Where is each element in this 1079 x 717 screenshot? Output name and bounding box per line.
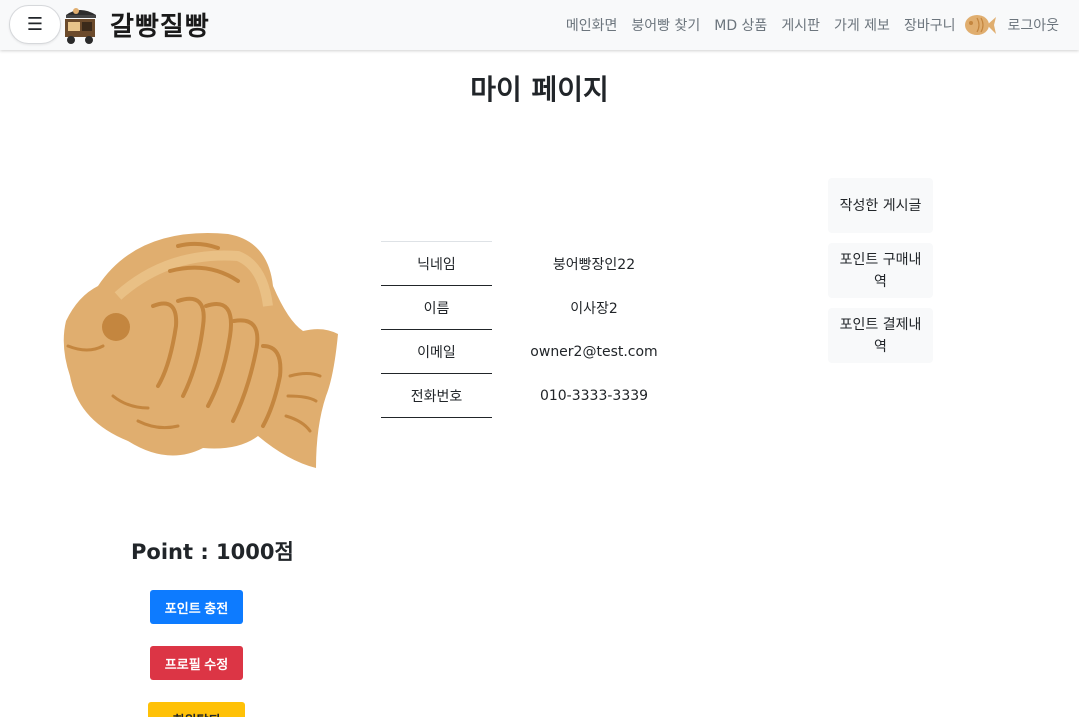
charge-points-button[interactable]: 포인트 충전	[150, 590, 243, 624]
table-row: 닉네임 붕어빵장인22	[381, 241, 696, 286]
point-balance: Point : 1000점	[131, 540, 294, 564]
nav-link-main[interactable]: 메인화면	[566, 15, 618, 35]
nickname-value: 붕어빵장인22	[552, 256, 636, 273]
mypage-side-menu: 작성한 게시글 포인트 구매내역 포인트 결제내역	[828, 178, 933, 373]
profile-info-table: 닉네임 붕어빵장인22 이름 이사장2 이메일 owner2@test.com …	[381, 241, 696, 418]
my-posts-button[interactable]: 작성한 게시글	[828, 178, 933, 233]
navbar: ☰ 갈빵질빵 메인화면 붕어빵 찾기 MD 상품 게시판 가게 제보 장바구니 …	[0, 0, 1079, 50]
table-row: 이름 이사장2	[381, 285, 696, 330]
table-row: 이메일 owner2@test.com	[381, 329, 696, 374]
phone-value: 010-3333-3339	[539, 387, 649, 404]
profile-fish-bread-image	[63, 233, 338, 468]
phone-label: 전화번호	[381, 373, 492, 418]
nav-link-md[interactable]: MD 상품	[714, 15, 767, 35]
nav-link-board[interactable]: 게시판	[781, 15, 820, 35]
withdraw-button[interactable]: 회원탈퇴	[148, 702, 245, 717]
name-value: 이사장2	[570, 300, 618, 317]
table-row: 전화번호 010-3333-3339	[381, 373, 696, 418]
nav-link-cart[interactable]: 장바구니	[904, 15, 956, 35]
nav-link-report[interactable]: 가게 제보	[834, 15, 890, 35]
point-payment-history-button[interactable]: 포인트 결제내역	[828, 308, 933, 363]
point-purchase-history-button[interactable]: 포인트 구매내역	[828, 243, 933, 298]
menu-toggle-button[interactable]: ☰	[9, 5, 61, 44]
nav-links: 메인화면 붕어빵 찾기 MD 상품 게시판 가게 제보 장바구니 로그아웃	[552, 0, 1059, 50]
edit-profile-button[interactable]: 프로필 수정	[150, 646, 243, 680]
brand-title[interactable]: 갈빵질빵	[110, 6, 210, 43]
nav-link-find[interactable]: 붕어빵 찾기	[631, 15, 700, 35]
name-label: 이름	[381, 285, 492, 330]
nav-link-logout[interactable]: 로그아웃	[1007, 15, 1059, 35]
nickname-label: 닉네임	[381, 241, 492, 286]
hamburger-menu-icon: ☰	[26, 13, 44, 35]
fish-bread-avatar-icon[interactable]	[963, 10, 997, 40]
food-cart-logo-icon[interactable]	[62, 5, 100, 45]
email-label: 이메일	[381, 329, 492, 374]
page-title: 마이 페이지	[470, 73, 609, 106]
email-value: owner2@test.com	[530, 343, 658, 360]
